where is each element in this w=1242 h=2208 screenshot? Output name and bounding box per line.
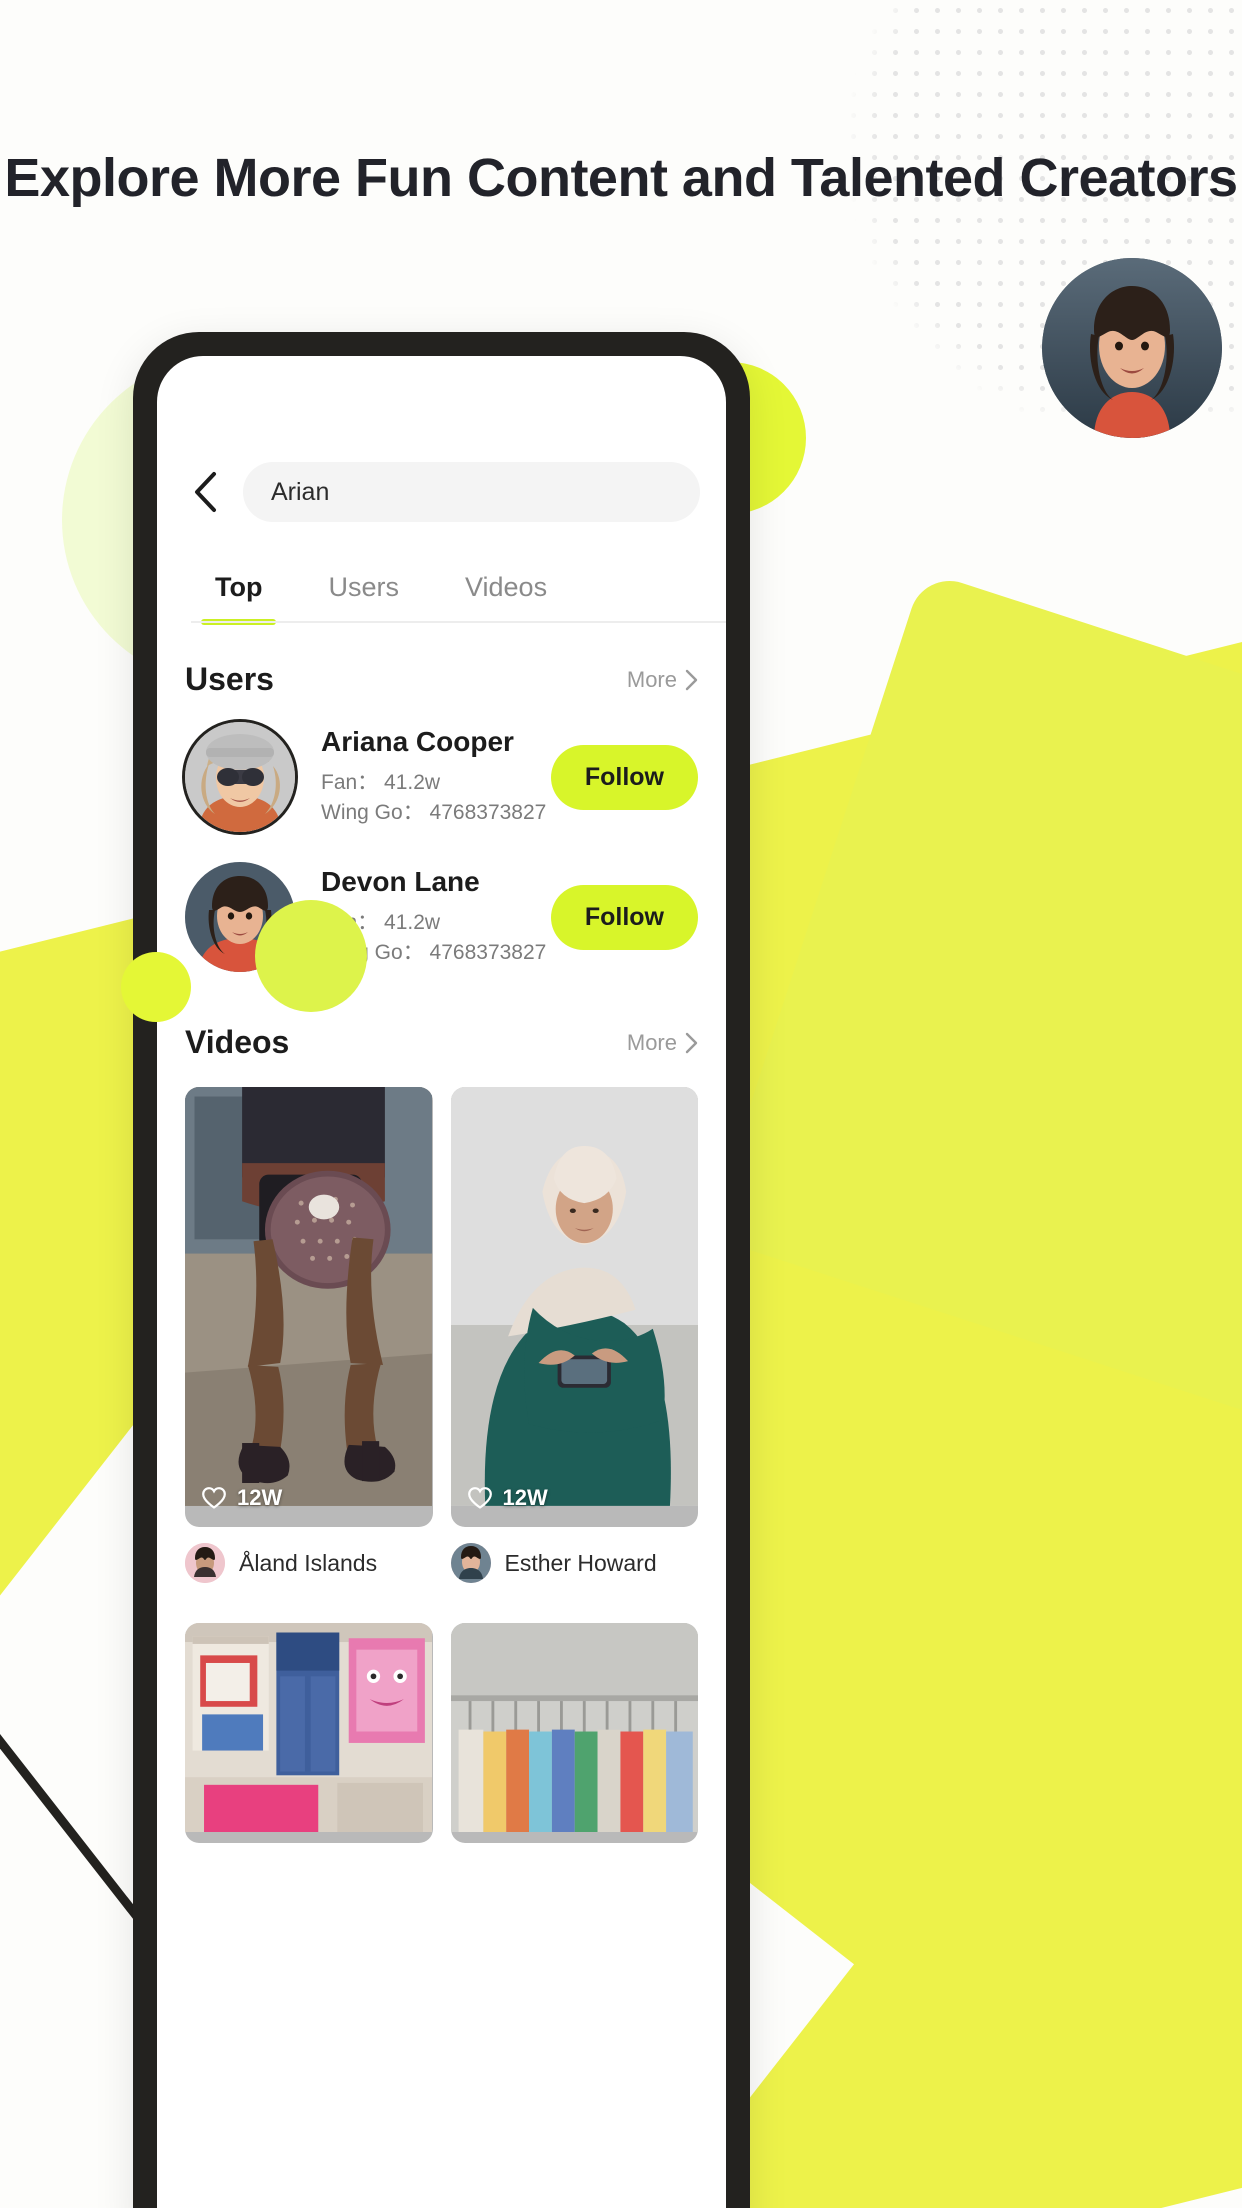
video-thumbnail[interactable]: 12W — [185, 1087, 433, 1527]
creator-avatar-portrait — [450, 1543, 491, 1583]
video-thumbnail[interactable]: 12W — [450, 1087, 698, 1527]
video-card[interactable]: 12W Åland Islands — [185, 1087, 433, 1583]
heart-icon — [202, 1487, 226, 1509]
video-card[interactable] — [450, 1623, 698, 1843]
videos-more-link[interactable]: More — [627, 1030, 698, 1056]
users-section-title: Users — [185, 661, 274, 697]
user-wing-value: 4768373827 — [429, 941, 547, 964]
like-count: 12W — [502, 1485, 548, 1510]
tab-users[interactable]: Users — [328, 554, 399, 623]
chevron-right-icon — [685, 1032, 698, 1053]
user-wing-value: 4768373827 — [429, 801, 547, 824]
video-thumbnail-art — [185, 1087, 433, 1506]
tab-videos[interactable]: Videos — [465, 554, 547, 623]
avatar — [185, 722, 295, 832]
user-wing-label: Wing Go： — [321, 801, 424, 824]
tab-videos-label: Videos — [465, 572, 548, 602]
heart-icon — [467, 1487, 492, 1509]
creator-avatar-portrait — [185, 1543, 225, 1583]
user-list-item[interactable]: Ariana Cooper Fan： 41.2w Wing Go： 476837… — [157, 722, 726, 832]
user-fan-label: Fan： — [321, 771, 379, 794]
tab-users-label: Users — [328, 572, 399, 602]
tab-bar: Top Users Videos — [157, 554, 726, 625]
promo-headline: Explore More Fun Content and Talented Cr… — [4, 148, 1238, 208]
videos-section-title: Videos — [185, 1024, 290, 1060]
video-card[interactable]: 12W Esther Howard — [450, 1087, 699, 1583]
user-fan-value: 41.2w — [384, 911, 441, 934]
video-thumbnail-art — [450, 1087, 698, 1506]
video-thumbnail[interactable] — [185, 1623, 433, 1843]
video-card-footer: Åland Islands — [185, 1543, 433, 1583]
users-more-link[interactable]: More — [627, 667, 698, 693]
users-more-label: More — [626, 666, 677, 692]
user-fan-value: 41.2w — [384, 771, 441, 794]
like-badge: 12W — [467, 1485, 548, 1511]
avatar — [450, 1543, 491, 1583]
like-count: 12W — [237, 1485, 283, 1510]
user-fan-stat: Fan： 41.2w — [321, 768, 551, 798]
video-grid: 12W Åland Islands 12W Esther Howard — [157, 1087, 726, 1843]
user-wing-stat: Wing Go： 4768373827 — [321, 798, 551, 828]
tab-bar-divider — [191, 621, 726, 623]
hero-avatar-portrait — [1042, 258, 1222, 438]
search-input[interactable]: Arian — [243, 462, 700, 522]
promo-screenshot: Explore More Fun Content and Talented Cr… — [0, 0, 1242, 2208]
videos-more-label: More — [626, 1029, 677, 1055]
chevron-right-icon — [685, 669, 698, 690]
search-input-value: Arian — [271, 477, 330, 506]
user-list-item[interactable]: Devon Lane Fan： 41.2w Wing Go： 476837382… — [157, 862, 726, 972]
video-card-footer: Esther Howard — [450, 1543, 699, 1583]
user-info: Ariana Cooper Fan： 41.2w Wing Go： 476837… — [321, 726, 551, 828]
like-badge: 12W — [201, 1485, 282, 1511]
hero-avatar — [1042, 258, 1222, 438]
video-thumbnail-art — [185, 1623, 433, 1833]
creator-name: Åland Islands — [239, 1549, 378, 1576]
back-button[interactable] — [183, 470, 227, 514]
search-bar-row: Arian — [157, 456, 726, 528]
users-section-header: Users More — [157, 661, 726, 698]
decorative-lime-dot — [121, 952, 191, 1022]
video-thumbnail-art — [450, 1623, 698, 1833]
follow-button[interactable]: Follow — [550, 884, 698, 950]
tab-top[interactable]: Top — [200, 554, 278, 625]
avatar — [185, 1543, 225, 1583]
decorative-lime-circle-list — [255, 900, 367, 1012]
user-avatar-portrait — [185, 722, 295, 832]
user-name: Ariana Cooper — [321, 726, 514, 757]
follow-button[interactable]: Follow — [550, 744, 698, 810]
chevron-left-icon — [195, 472, 216, 512]
video-card[interactable] — [185, 1623, 433, 1843]
video-thumbnail[interactable] — [450, 1623, 698, 1843]
videos-section-header: Videos More — [157, 1024, 726, 1061]
tab-top-label: Top — [215, 572, 263, 602]
user-name: Devon Lane — [321, 866, 480, 897]
phone-screen: Arian Top Users Videos Users More Ariana… — [157, 356, 726, 2208]
phone-mockup: Arian Top Users Videos Users More Ariana… — [133, 332, 750, 2208]
creator-name: Esther Howard — [504, 1549, 657, 1576]
